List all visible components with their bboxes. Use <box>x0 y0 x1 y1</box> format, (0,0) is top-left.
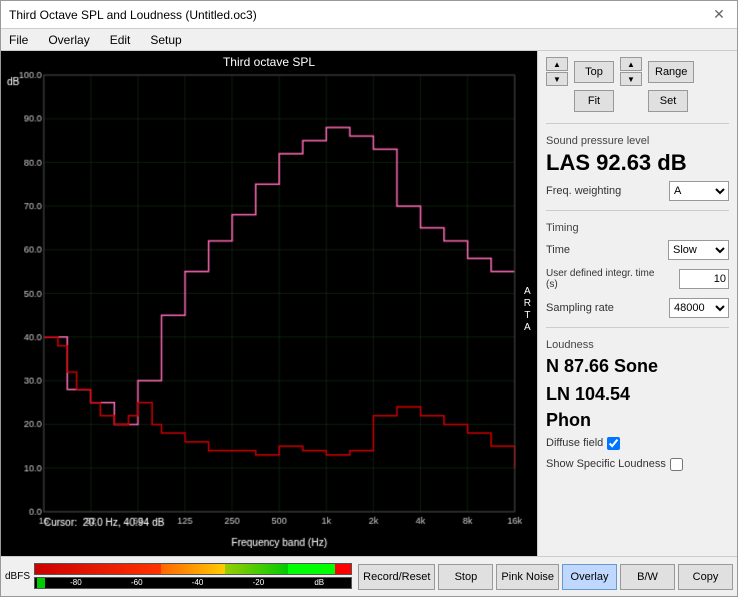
set-button[interactable]: Set <box>648 90 688 112</box>
top-button[interactable]: Top <box>574 61 614 83</box>
stop-button[interactable]: Stop <box>438 564 493 590</box>
chart-inner: ARTA <box>5 71 533 548</box>
time-row: Time Slow Fast Impulse Peak <box>546 240 729 260</box>
bw-button[interactable]: B/W <box>620 564 675 590</box>
time-label: Time <box>546 244 570 256</box>
divider-2 <box>546 210 729 211</box>
menu-file[interactable]: File <box>5 31 32 49</box>
diffuse-field-label: Diffuse field <box>546 437 603 449</box>
range-button[interactable]: Range <box>648 61 694 83</box>
title-bar: Third Octave SPL and Loudness (Untitled.… <box>1 1 737 29</box>
fit-button[interactable]: Fit <box>574 90 614 112</box>
top-btn-group: ▲ ▼ <box>546 57 568 86</box>
loudness-ln-value: LN 104.54 <box>546 383 729 406</box>
loudness-phon-label: Phon <box>546 410 729 431</box>
range-btn-group: ▲ ▼ <box>620 57 642 86</box>
bottom-buttons: Record/Reset Stop Pink Noise Overlay B/W… <box>358 564 733 590</box>
chart-title: Third octave SPL <box>5 55 533 69</box>
main-window: Third Octave SPL and Loudness (Untitled.… <box>0 0 738 597</box>
user-defined-row: User defined integr. time (s) 10 <box>546 268 729 290</box>
sampling-rate-row: Sampling rate 44100 48000 96000 <box>546 298 729 318</box>
main-content: Third octave SPL ARTA ▲ ▼ Top ▲ ▼ <box>1 51 737 556</box>
show-specific-row: Show Specific Loudness <box>546 458 729 471</box>
diffuse-field-checkbox[interactable] <box>607 437 620 450</box>
freq-weighting-row: Freq. weighting A C Z <box>546 181 729 201</box>
sampling-rate-label: Sampling rate <box>546 302 614 314</box>
dbfs-label: dBFS <box>5 571 30 582</box>
bottom-bar: dBFS -80 -60 -40 -20 dB <box>1 556 737 596</box>
loudness-section-label: Loudness <box>546 339 729 351</box>
divider-1 <box>546 123 729 124</box>
close-button[interactable]: ✕ <box>709 5 729 25</box>
user-defined-label: User defined integr. time (s) <box>546 268 656 290</box>
top-up-button[interactable]: ▲ <box>546 57 568 71</box>
spl-section-label: Sound pressure level <box>546 135 729 147</box>
range-down-button[interactable]: ▼ <box>620 72 642 86</box>
window-title: Third Octave SPL and Loudness (Untitled.… <box>9 8 257 22</box>
overlay-button[interactable]: Overlay <box>562 564 617 590</box>
right-panel: ▲ ▼ Top ▲ ▼ Range Fit <box>537 51 737 556</box>
show-specific-label: Show Specific Loudness <box>546 458 666 470</box>
chart-area: Third octave SPL ARTA <box>1 51 537 556</box>
divider-3 <box>546 327 729 328</box>
menu-bar: File Overlay Edit Setup <box>1 29 737 51</box>
record-reset-button[interactable]: Record/Reset <box>358 564 435 590</box>
top-controls: ▲ ▼ Top ▲ ▼ Range <box>546 57 729 86</box>
menu-edit[interactable]: Edit <box>106 31 135 49</box>
pink-noise-button[interactable]: Pink Noise <box>496 564 559 590</box>
spl-value: LAS 92.63 dB <box>546 151 729 175</box>
diffuse-field-row: Diffuse field <box>546 437 729 450</box>
freq-weighting-select[interactable]: A C Z <box>669 181 729 201</box>
timing-section-label: Timing <box>546 222 729 234</box>
sampling-rate-select[interactable]: 44100 48000 96000 <box>669 298 729 318</box>
arta-label: ARTA <box>524 286 531 334</box>
loudness-n-value: N 87.66 Sone <box>546 355 729 378</box>
menu-overlay[interactable]: Overlay <box>44 31 93 49</box>
time-select[interactable]: Slow Fast Impulse Peak <box>668 240 729 260</box>
freq-weighting-label: Freq. weighting <box>546 185 621 197</box>
menu-setup[interactable]: Setup <box>146 31 185 49</box>
copy-button[interactable]: Copy <box>678 564 733 590</box>
range-up-button[interactable]: ▲ <box>620 57 642 71</box>
fit-set-controls: Fit Set <box>546 90 729 112</box>
level-meter: -80 -60 -40 -20 dB <box>34 563 352 591</box>
top-down-button[interactable]: ▼ <box>546 72 568 86</box>
chart-canvas <box>5 71 533 548</box>
user-defined-input[interactable]: 10 <box>679 269 729 289</box>
show-specific-checkbox[interactable] <box>670 458 683 471</box>
